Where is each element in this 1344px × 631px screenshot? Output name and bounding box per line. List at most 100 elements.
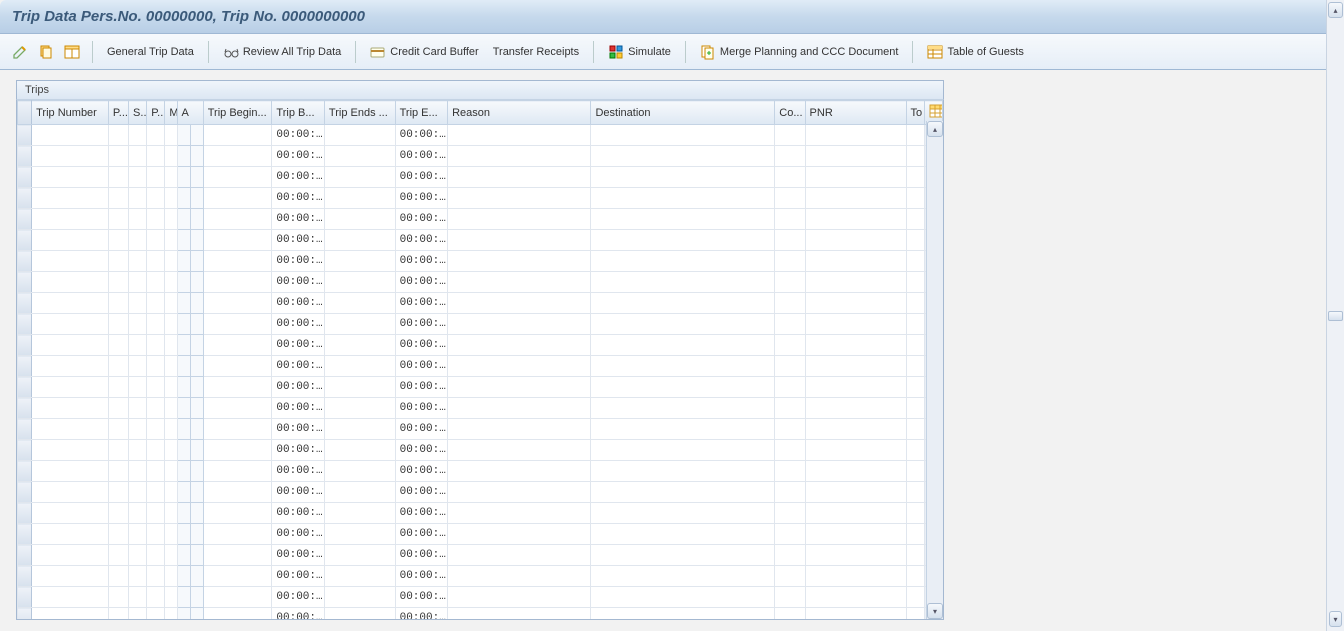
cell-destination[interactable] bbox=[591, 167, 775, 188]
row-selector[interactable] bbox=[18, 419, 32, 440]
cell-a1[interactable] bbox=[177, 209, 190, 230]
table-row[interactable]: 00:00:…00:00:… bbox=[18, 125, 943, 146]
cell-reason[interactable] bbox=[448, 545, 591, 566]
row-selector[interactable] bbox=[18, 230, 32, 251]
cell-m[interactable] bbox=[165, 272, 177, 293]
cell-to[interactable] bbox=[906, 587, 924, 608]
cell-trip-ends[interactable] bbox=[324, 125, 395, 146]
cell-to[interactable] bbox=[906, 398, 924, 419]
table-row[interactable]: 00:00:…00:00:… bbox=[18, 461, 943, 482]
cell-trip-number[interactable] bbox=[32, 209, 109, 230]
cell-m[interactable] bbox=[165, 125, 177, 146]
cell-trip-ends[interactable] bbox=[324, 293, 395, 314]
cell-pnr[interactable] bbox=[805, 566, 906, 587]
cell-pnr[interactable] bbox=[805, 482, 906, 503]
review-all-trip-data-button[interactable]: Review All Trip Data bbox=[217, 40, 347, 64]
cell-a2[interactable] bbox=[190, 125, 203, 146]
cell-trip-begins[interactable] bbox=[203, 419, 272, 440]
cell-s[interactable] bbox=[129, 398, 147, 419]
cell-a2[interactable] bbox=[190, 398, 203, 419]
row-selector[interactable] bbox=[18, 167, 32, 188]
cell-a1[interactable] bbox=[177, 524, 190, 545]
cell-trip-ends[interactable] bbox=[324, 272, 395, 293]
cell-m[interactable] bbox=[165, 146, 177, 167]
cell-destination[interactable] bbox=[591, 314, 775, 335]
scroll-track[interactable] bbox=[927, 137, 943, 603]
cell-trip-begins[interactable] bbox=[203, 167, 272, 188]
cell-trip-b[interactable]: 00:00:… bbox=[272, 482, 325, 503]
cell-a1[interactable] bbox=[177, 230, 190, 251]
table-row[interactable]: 00:00:…00:00:… bbox=[18, 146, 943, 167]
cell-p1[interactable] bbox=[108, 440, 128, 461]
cell-a1[interactable] bbox=[177, 125, 190, 146]
cell-a1[interactable] bbox=[177, 272, 190, 293]
cell-trip-e[interactable]: 00:00:… bbox=[395, 125, 448, 146]
row-selector[interactable] bbox=[18, 524, 32, 545]
cell-trip-number[interactable] bbox=[32, 335, 109, 356]
cell-trip-ends[interactable] bbox=[324, 461, 395, 482]
cell-reason[interactable] bbox=[448, 167, 591, 188]
cell-trip-e[interactable]: 00:00:… bbox=[395, 587, 448, 608]
row-selector[interactable] bbox=[18, 545, 32, 566]
cell-a2[interactable] bbox=[190, 419, 203, 440]
merge-planning-button[interactable]: Merge Planning and CCC Document bbox=[694, 40, 905, 64]
row-selector[interactable] bbox=[18, 188, 32, 209]
cell-trip-number[interactable] bbox=[32, 188, 109, 209]
cell-to[interactable] bbox=[906, 335, 924, 356]
cell-trip-number[interactable] bbox=[32, 524, 109, 545]
cell-co[interactable] bbox=[775, 419, 805, 440]
cell-a2[interactable] bbox=[190, 524, 203, 545]
col-to[interactable]: To bbox=[906, 101, 924, 125]
simulate-button[interactable]: Simulate bbox=[602, 40, 677, 64]
cell-trip-b[interactable]: 00:00:… bbox=[272, 608, 325, 621]
cell-pnr[interactable] bbox=[805, 545, 906, 566]
cell-s[interactable] bbox=[129, 335, 147, 356]
cell-to[interactable] bbox=[906, 251, 924, 272]
cell-trip-b[interactable]: 00:00:… bbox=[272, 503, 325, 524]
cell-to[interactable] bbox=[906, 356, 924, 377]
cell-p1[interactable] bbox=[108, 608, 128, 621]
cell-trip-number[interactable] bbox=[32, 251, 109, 272]
window-vertical-scrollbar[interactable]: ▴ ▾ bbox=[1326, 0, 1344, 631]
row-selector[interactable] bbox=[18, 440, 32, 461]
cell-m[interactable] bbox=[165, 482, 177, 503]
cell-trip-begins[interactable] bbox=[203, 314, 272, 335]
cell-a1[interactable] bbox=[177, 587, 190, 608]
cell-trip-b[interactable]: 00:00:… bbox=[272, 314, 325, 335]
row-selector[interactable] bbox=[18, 503, 32, 524]
cell-s[interactable] bbox=[129, 419, 147, 440]
table-row[interactable]: 00:00:…00:00:… bbox=[18, 608, 943, 621]
cell-pnr[interactable] bbox=[805, 230, 906, 251]
cell-p2[interactable] bbox=[147, 566, 165, 587]
cell-pnr[interactable] bbox=[805, 461, 906, 482]
cell-to[interactable] bbox=[906, 545, 924, 566]
cell-reason[interactable] bbox=[448, 461, 591, 482]
cell-co[interactable] bbox=[775, 230, 805, 251]
cell-a2[interactable] bbox=[190, 587, 203, 608]
cell-p1[interactable] bbox=[108, 167, 128, 188]
table-row[interactable]: 00:00:…00:00:… bbox=[18, 251, 943, 272]
cell-p2[interactable] bbox=[147, 377, 165, 398]
cell-m[interactable] bbox=[165, 356, 177, 377]
table-row[interactable]: 00:00:…00:00:… bbox=[18, 230, 943, 251]
table-row[interactable]: 00:00:…00:00:… bbox=[18, 482, 943, 503]
cell-p2[interactable] bbox=[147, 440, 165, 461]
cell-s[interactable] bbox=[129, 188, 147, 209]
cell-trip-e[interactable]: 00:00:… bbox=[395, 188, 448, 209]
cell-trip-ends[interactable] bbox=[324, 188, 395, 209]
cell-p2[interactable] bbox=[147, 587, 165, 608]
cell-trip-e[interactable]: 00:00:… bbox=[395, 146, 448, 167]
cell-p1[interactable] bbox=[108, 461, 128, 482]
cell-p2[interactable] bbox=[147, 251, 165, 272]
cell-co[interactable] bbox=[775, 566, 805, 587]
cell-co[interactable] bbox=[775, 146, 805, 167]
cell-reason[interactable] bbox=[448, 482, 591, 503]
cell-reason[interactable] bbox=[448, 398, 591, 419]
table-row[interactable]: 00:00:…00:00:… bbox=[18, 503, 943, 524]
cell-p1[interactable] bbox=[108, 146, 128, 167]
cell-trip-begins[interactable] bbox=[203, 335, 272, 356]
cell-to[interactable] bbox=[906, 608, 924, 621]
row-selector[interactable] bbox=[18, 587, 32, 608]
cell-m[interactable] bbox=[165, 314, 177, 335]
cell-reason[interactable] bbox=[448, 251, 591, 272]
